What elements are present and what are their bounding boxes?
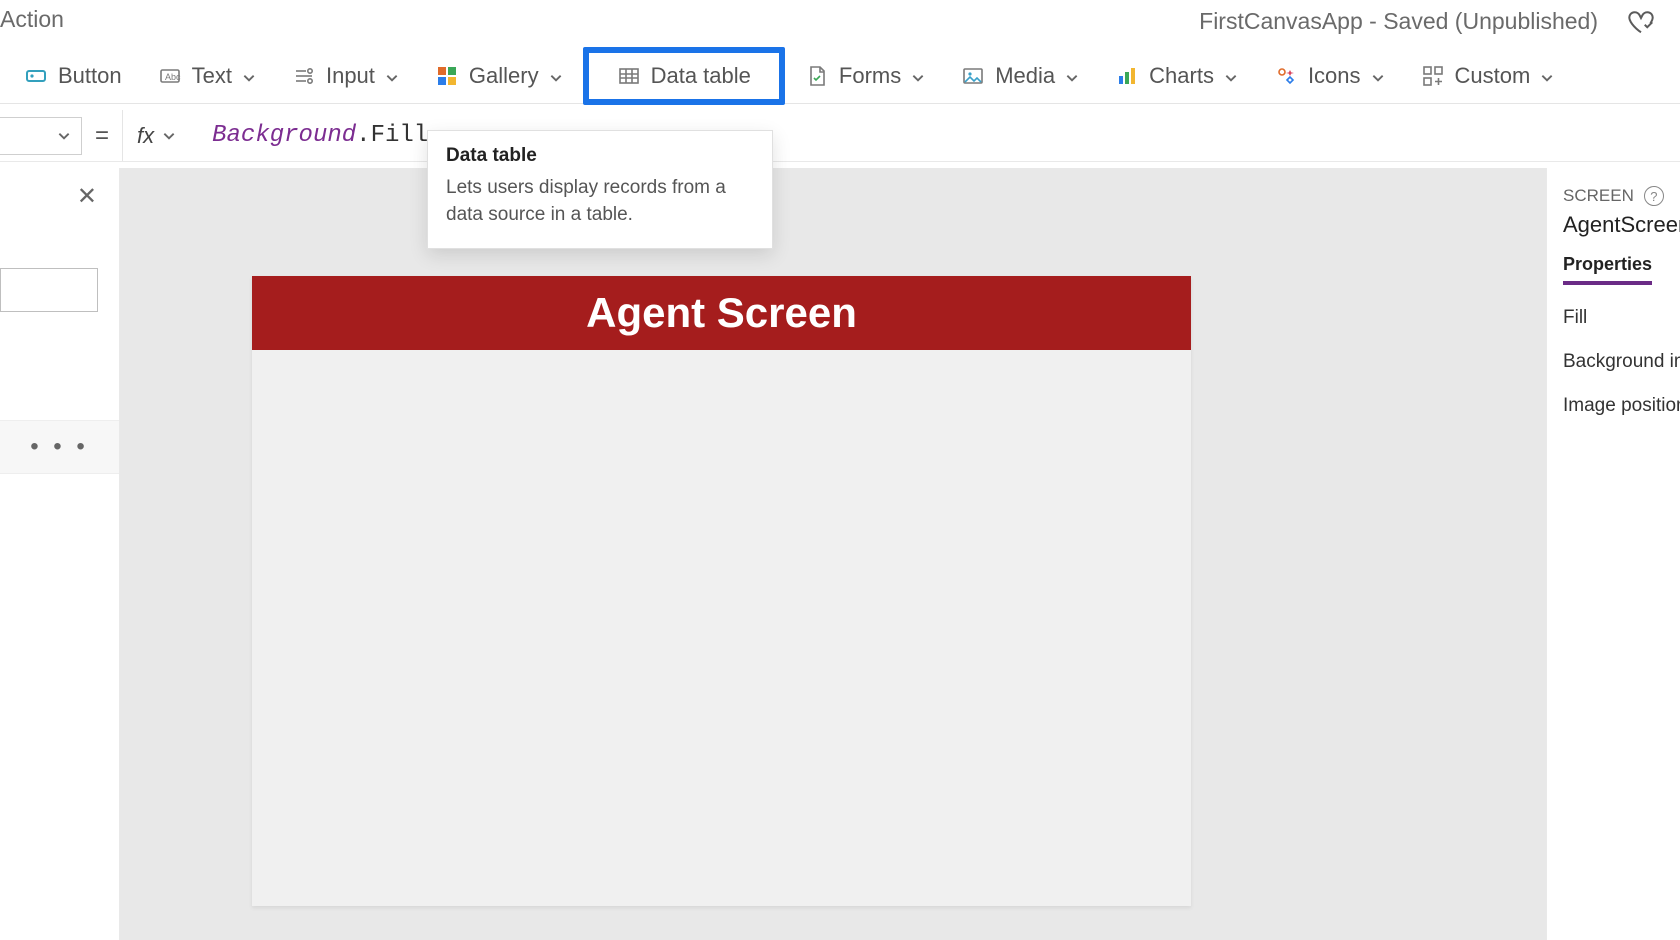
canvas-area: Agent Screen: [120, 168, 1546, 940]
insert-gallery-label: Gallery: [469, 63, 539, 89]
insert-media-label: Media: [995, 63, 1055, 89]
insert-custom-label: Custom: [1455, 63, 1531, 89]
search-input[interactable]: [0, 268, 98, 312]
fx-label: fx: [137, 123, 154, 149]
input-icon: [292, 64, 316, 88]
chevron-down-icon: [1371, 71, 1385, 85]
insert-icons[interactable]: Icons: [1258, 57, 1401, 95]
app-status-text: FirstCanvasApp - Saved (Unpublished): [1199, 8, 1598, 35]
insert-input[interactable]: Input: [276, 57, 415, 95]
insert-charts[interactable]: Charts: [1099, 57, 1254, 95]
charts-icon: [1115, 64, 1139, 88]
insert-media[interactable]: Media: [945, 57, 1095, 95]
prop-fill[interactable]: Fill: [1563, 307, 1680, 329]
formula-input[interactable]: Background.Fill: [194, 122, 428, 149]
chevron-down-icon: [162, 129, 176, 143]
formula-bar: = fx Background.Fill: [0, 110, 1680, 162]
gallery-icon: [435, 64, 459, 88]
insert-text[interactable]: Abc Text: [142, 57, 272, 95]
custom-icon: [1421, 64, 1445, 88]
screen-name: AgentScreen: [1563, 212, 1680, 238]
insert-button[interactable]: Button: [8, 57, 138, 95]
tree-item-more[interactable]: • • •: [0, 420, 119, 474]
tooltip-title: Data table: [446, 145, 754, 167]
fx-button[interactable]: fx: [122, 110, 194, 161]
insert-ribbon: Button Abc Text Input Gallery Data tab: [0, 48, 1680, 104]
insert-icons-label: Icons: [1308, 63, 1361, 89]
screen-canvas[interactable]: Agent Screen: [252, 276, 1191, 906]
prop-background-image[interactable]: Background image: [1563, 351, 1680, 373]
insert-button-label: Button: [58, 63, 122, 89]
insert-data-table[interactable]: Data table: [583, 47, 785, 105]
insert-gallery[interactable]: Gallery: [419, 57, 579, 95]
screen-header-label: Agent Screen: [252, 276, 1191, 350]
properties-type-label: SCREEN: [1563, 186, 1634, 206]
tab-properties[interactable]: Properties: [1563, 254, 1652, 285]
text-icon: Abc: [158, 64, 182, 88]
insert-forms-label: Forms: [839, 63, 901, 89]
forms-icon: [805, 64, 829, 88]
title-bar: Action FirstCanvasApp - Saved (Unpublish…: [0, 0, 1680, 48]
property-selector[interactable]: [0, 117, 82, 155]
data-table-icon: [617, 64, 641, 88]
insert-text-label: Text: [192, 63, 232, 89]
formula-object: Background: [212, 122, 356, 149]
insert-charts-label: Charts: [1149, 63, 1214, 89]
chevron-down-icon: [549, 71, 563, 85]
chevron-down-icon: [385, 71, 399, 85]
icons-icon: [1274, 64, 1298, 88]
chevron-down-icon: [911, 71, 925, 85]
chevron-down-icon: [57, 129, 71, 143]
app-checker-icon[interactable]: [1626, 6, 1656, 36]
help-icon[interactable]: ?: [1644, 186, 1664, 206]
chevron-down-icon: [242, 71, 256, 85]
formula-property: Fill: [371, 122, 429, 149]
tab-action[interactable]: Action: [0, 6, 64, 33]
tooltip-body: Lets users display records from a data s…: [446, 175, 754, 228]
tooltip-data-table: Data table Lets users display records fr…: [427, 130, 773, 249]
insert-data-table-label: Data table: [651, 63, 751, 89]
tree-view-pane: ✕ • • •: [0, 168, 120, 940]
insert-custom[interactable]: Custom: [1405, 57, 1571, 95]
chevron-down-icon: [1224, 71, 1238, 85]
prop-image-position[interactable]: Image position: [1563, 395, 1680, 417]
close-icon[interactable]: ✕: [77, 182, 97, 211]
button-icon: [24, 64, 48, 88]
media-icon: [961, 64, 985, 88]
svg-text:Abc: Abc: [165, 72, 181, 82]
equals-sign: =: [82, 122, 122, 150]
properties-pane: SCREEN ? AgentScreen Properties Fill Bac…: [1546, 168, 1680, 940]
insert-forms[interactable]: Forms: [789, 57, 941, 95]
chevron-down-icon: [1540, 71, 1554, 85]
chevron-down-icon: [1065, 71, 1079, 85]
formula-dot: .: [356, 122, 370, 149]
insert-input-label: Input: [326, 63, 375, 89]
